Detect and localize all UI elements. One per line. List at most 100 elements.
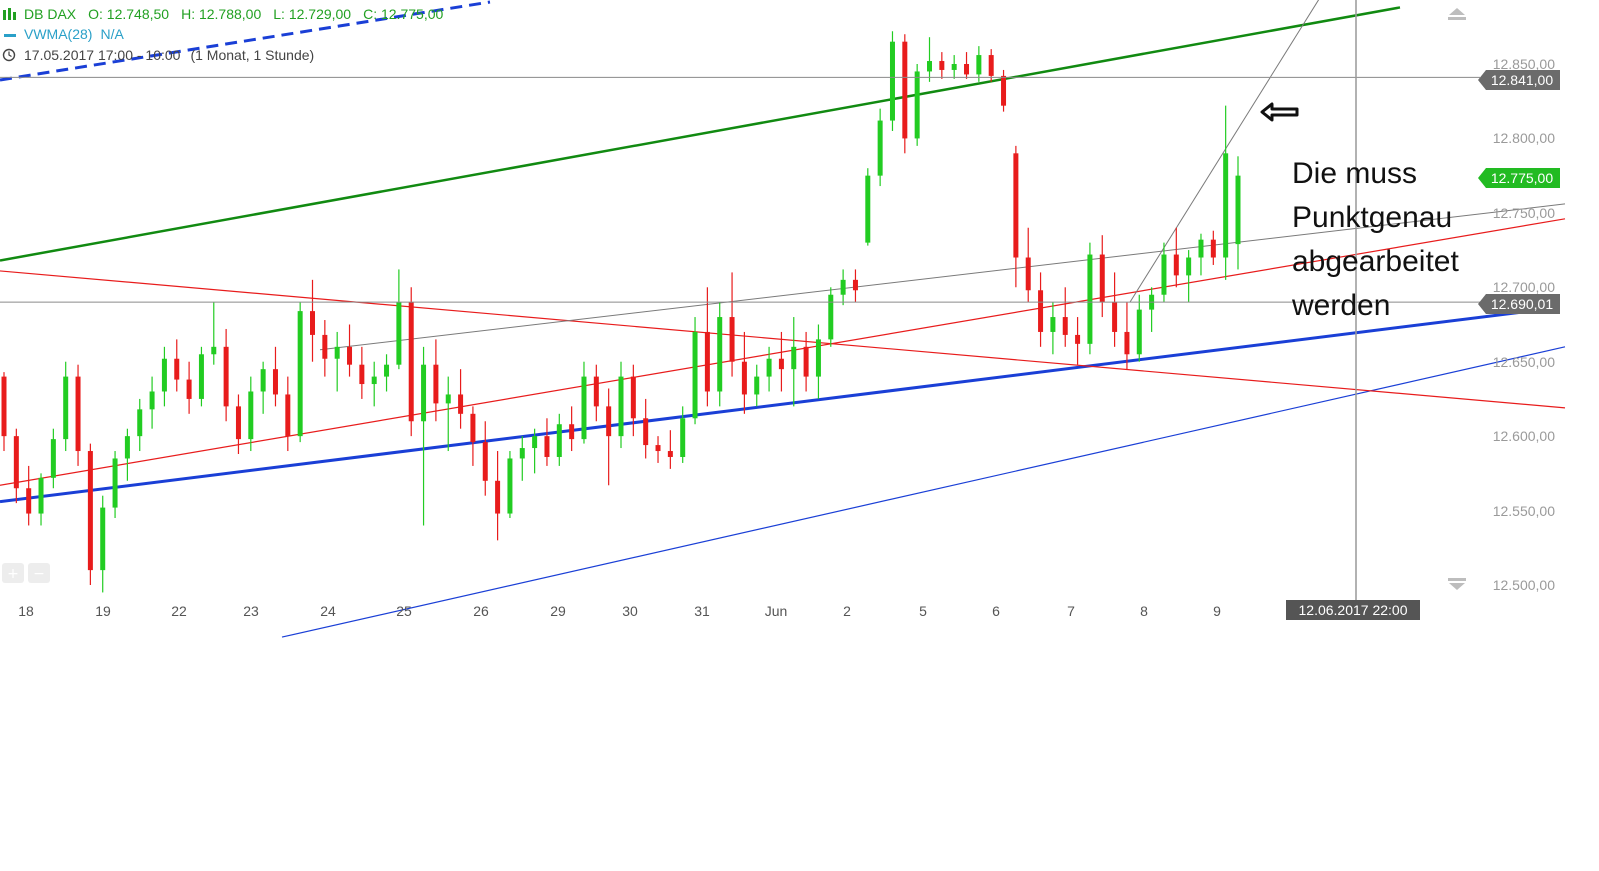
candle-body: [38, 477, 44, 514]
candle-body: [643, 418, 649, 446]
candle-body: [433, 364, 439, 404]
candle: [347, 324, 353, 377]
candle-body: [75, 376, 81, 452]
candle-body: [976, 55, 982, 75]
instrument-name: DB DAX: [24, 6, 77, 22]
candle-body: [778, 358, 784, 370]
candle: [791, 317, 797, 407]
candle-body: [87, 451, 93, 571]
candle-body: [384, 364, 390, 377]
candle: [618, 361, 624, 449]
indicator-legend[interactable]: VWMA(28) N/A: [24, 26, 124, 42]
xtick-label: 26: [473, 603, 489, 619]
ytick-label: 12.800,00: [1493, 130, 1555, 146]
triangle-down-icon[interactable]: [1448, 578, 1466, 590]
candle-body: [852, 279, 858, 291]
candle: [754, 364, 760, 407]
price-tag-label: 12.775,00: [1491, 170, 1553, 186]
xtick-label: 23: [243, 603, 259, 619]
candle-body: [877, 120, 883, 176]
candle-body: [766, 358, 772, 377]
candle-body: [914, 71, 920, 139]
triangle-up-icon[interactable]: [1448, 8, 1466, 20]
chart-area[interactable]: 12.500,00 12.550,00 12.600,00 12.650,00 …: [0, 0, 1599, 871]
candle-body: [235, 406, 241, 440]
candle: [519, 436, 525, 481]
candle: [38, 473, 44, 526]
candle: [939, 52, 945, 79]
crosshair-time-label: 12.06.2017 22:00: [1299, 602, 1408, 618]
candle-body: [840, 279, 846, 295]
candle: [630, 364, 636, 437]
xtick-label: 18: [18, 603, 34, 619]
candle: [544, 418, 550, 466]
candle: [137, 398, 143, 452]
candle: [396, 269, 402, 370]
candle: [815, 324, 821, 399]
candle-body: [704, 331, 710, 392]
candle: [581, 361, 587, 444]
ytick-label: 12.750,00: [1493, 205, 1555, 221]
handwritten-annotation: Die muss Punktgenau abgearbeitet werden: [1292, 152, 1459, 328]
candle: [482, 421, 488, 496]
candle-body: [1112, 302, 1118, 332]
candle-body: [1210, 239, 1216, 258]
candle: [877, 108, 883, 187]
candle-body: [556, 424, 562, 457]
candle: [927, 37, 932, 82]
candle: [495, 451, 501, 541]
annotation-line: abgearbeitet: [1292, 245, 1459, 278]
candle-body: [149, 391, 155, 410]
candle: [1173, 227, 1179, 288]
candle: [371, 361, 377, 407]
candle-body: [927, 61, 932, 72]
candle: [1075, 317, 1081, 365]
candle: [161, 346, 167, 407]
candle-body: [100, 507, 106, 571]
plus-minus-icon[interactable]: + −: [2, 563, 50, 583]
candle: [1050, 302, 1056, 355]
candle: [421, 346, 427, 526]
candle: [593, 364, 599, 422]
candle-body: [741, 361, 747, 395]
candle-body: [593, 376, 599, 407]
candle: [1223, 105, 1229, 280]
candle: [322, 320, 328, 377]
candle: [1136, 294, 1142, 362]
open-value: O: 12.748,50: [88, 6, 170, 22]
candle-body: [1062, 317, 1068, 335]
candle: [852, 269, 858, 303]
candle-body: [495, 480, 501, 514]
candle-body: [297, 311, 303, 437]
period-interval: (1 Monat, 1 Stunde): [190, 47, 315, 63]
candle: [408, 287, 414, 437]
price-chart[interactable]: 12.500,00 12.550,00 12.600,00 12.650,00 …: [0, 0, 1599, 871]
candle-body: [421, 364, 427, 422]
candle: [186, 361, 192, 414]
candle: [976, 46, 982, 82]
xtick-label: 6: [992, 603, 1000, 619]
candle: [63, 361, 69, 452]
candle: [334, 331, 340, 392]
candle-body: [754, 376, 760, 395]
candle: [198, 346, 204, 407]
candle-body: [655, 445, 661, 452]
candle: [655, 436, 661, 463]
trendline-blue-thin[interactable]: [281, 346, 1566, 638]
candle-body: [470, 413, 476, 443]
candle: [741, 331, 747, 414]
candle-body: [63, 376, 69, 440]
candle: [13, 428, 19, 504]
candle-body: [334, 346, 340, 359]
candle-body: [791, 346, 797, 370]
period-legend: 17.05.2017 17:00 - 10:00 (1 Monat, 1 Stu…: [24, 47, 314, 63]
candle-body: [1050, 317, 1056, 332]
candle-body: [137, 409, 143, 437]
price-tag-label: 12.841,00: [1491, 72, 1553, 88]
candle-body: [1223, 153, 1229, 258]
clock-icon: [2, 48, 16, 62]
candle-body: [1038, 290, 1044, 332]
candle-body: [815, 339, 821, 377]
ytick-label: 12.650,00: [1493, 354, 1555, 370]
candle-body: [544, 436, 550, 457]
